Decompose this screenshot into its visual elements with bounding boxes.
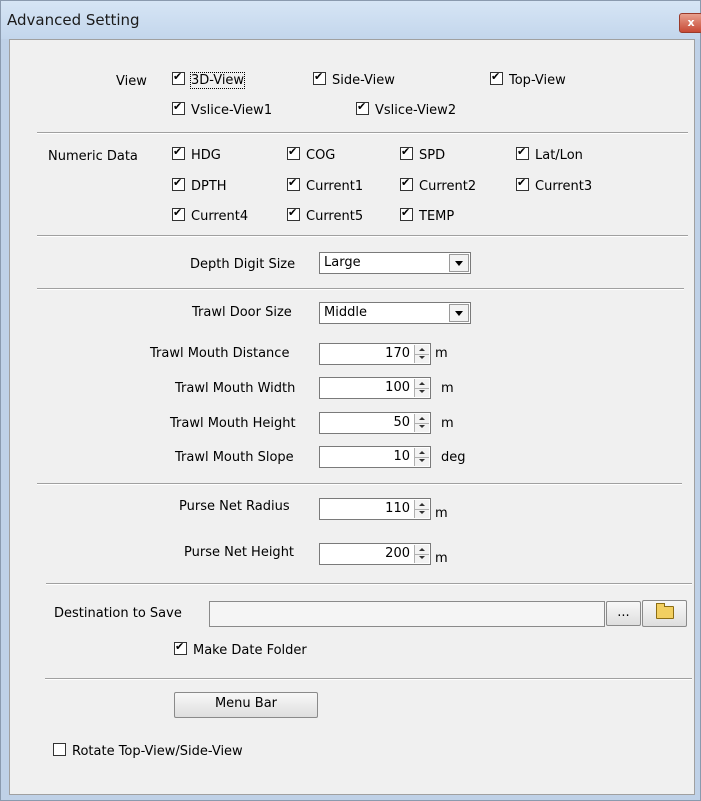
numeric-data-label: Numeric Data bbox=[48, 149, 138, 164]
check-icon bbox=[174, 640, 187, 655]
check-icon bbox=[400, 176, 413, 191]
trawl-mouth-height-label: Trawl Mouth Height bbox=[170, 416, 296, 431]
chevron-down-icon[interactable] bbox=[449, 304, 469, 322]
trawl-mouth-height-stepper[interactable]: 50 bbox=[319, 412, 431, 434]
check-icon bbox=[287, 176, 300, 191]
divider bbox=[37, 288, 684, 290]
checkbox-lat-lon[interactable]: Lat/Lon bbox=[516, 145, 583, 164]
unit-label: m bbox=[441, 381, 454, 396]
check-icon bbox=[356, 100, 369, 115]
unit-label: deg bbox=[441, 450, 466, 465]
window-title: Advanced Setting bbox=[7, 11, 140, 29]
trawl-mouth-width-stepper[interactable]: 100 bbox=[319, 377, 431, 399]
check-icon bbox=[313, 70, 326, 85]
check-icon bbox=[516, 145, 529, 160]
trawl-mouth-slope-label: Trawl Mouth Slope bbox=[175, 450, 294, 465]
trawl-mouth-width-label: Trawl Mouth Width bbox=[175, 381, 296, 396]
unit-label: m bbox=[435, 506, 448, 521]
spin-down-icon[interactable] bbox=[415, 457, 429, 466]
divider bbox=[37, 235, 688, 237]
folder-icon bbox=[656, 603, 674, 619]
checkbox-current3[interactable]: Current3 bbox=[516, 176, 592, 195]
divider bbox=[45, 678, 692, 680]
checkbox-hdg[interactable]: HDG bbox=[172, 145, 221, 164]
divider bbox=[46, 583, 692, 585]
check-icon bbox=[490, 70, 503, 85]
divider bbox=[37, 132, 688, 134]
check-icon bbox=[172, 100, 185, 115]
purse-net-height-stepper[interactable]: 200 bbox=[319, 543, 431, 565]
open-folder-button[interactable] bbox=[642, 600, 687, 627]
checkbox-current1[interactable]: Current1 bbox=[287, 176, 363, 195]
trawl-door-size-label: Trawl Door Size bbox=[192, 305, 292, 320]
advanced-setting-window: Advanced Setting x View 3D-View Side-Vie… bbox=[0, 0, 701, 801]
menu-bar-button[interactable]: Menu Bar bbox=[174, 692, 318, 718]
check-icon bbox=[172, 206, 185, 221]
dialog-body: View 3D-View Side-View Top-View Vslice-V… bbox=[9, 39, 695, 795]
purse-net-radius-label: Purse Net Radius bbox=[179, 499, 290, 514]
checkbox-spd[interactable]: SPD bbox=[400, 145, 445, 164]
spin-down-icon[interactable] bbox=[415, 509, 429, 518]
spin-down-icon[interactable] bbox=[415, 388, 429, 397]
checkbox-side-view[interactable]: Side-View bbox=[313, 70, 395, 89]
checkbox-make-date-folder[interactable]: Make Date Folder bbox=[174, 640, 307, 659]
divider bbox=[37, 483, 682, 485]
spin-down-icon[interactable] bbox=[415, 423, 429, 432]
checkbox-vslice-view2[interactable]: Vslice-View2 bbox=[356, 100, 456, 119]
checkbox-3d-view[interactable]: 3D-View bbox=[172, 70, 246, 89]
checkbox-dpth[interactable]: DPTH bbox=[172, 176, 227, 195]
checkbox-vslice-view1[interactable]: Vslice-View1 bbox=[172, 100, 272, 119]
checkbox-current4[interactable]: Current4 bbox=[172, 206, 248, 225]
trawl-mouth-distance-stepper[interactable]: 170 bbox=[319, 343, 431, 365]
title-bar[interactable]: Advanced Setting x bbox=[1, 1, 701, 39]
check-icon bbox=[172, 145, 185, 160]
trawl-door-size-select[interactable]: Middle bbox=[319, 302, 471, 324]
check-icon bbox=[287, 206, 300, 221]
check-icon bbox=[287, 145, 300, 160]
checkbox-temp[interactable]: TEMP bbox=[400, 206, 454, 225]
trawl-mouth-distance-label: Trawl Mouth Distance bbox=[150, 346, 290, 361]
unit-label: m bbox=[435, 346, 448, 361]
check-icon bbox=[400, 145, 413, 160]
browse-button[interactable]: ... bbox=[606, 601, 641, 626]
check-icon bbox=[516, 176, 529, 191]
checkbox-icon bbox=[53, 743, 66, 756]
close-button[interactable]: x bbox=[679, 13, 701, 33]
purse-net-height-label: Purse Net Height bbox=[184, 545, 295, 560]
checkbox-current5[interactable]: Current5 bbox=[287, 206, 363, 225]
checkbox-cog[interactable]: COG bbox=[287, 145, 335, 164]
check-icon bbox=[172, 176, 185, 191]
chevron-down-icon[interactable] bbox=[449, 254, 469, 272]
checkbox-rotate-top-side-view[interactable]: Rotate Top-View/Side-View bbox=[53, 743, 243, 760]
check-icon bbox=[172, 70, 185, 85]
check-icon bbox=[400, 206, 413, 221]
close-icon: x bbox=[687, 16, 695, 29]
spin-down-icon[interactable] bbox=[415, 554, 429, 563]
unit-label: m bbox=[441, 416, 454, 431]
depth-digit-size-select[interactable]: Large bbox=[319, 252, 471, 274]
destination-path-field[interactable] bbox=[209, 601, 605, 627]
depth-digit-size-label: Depth Digit Size bbox=[190, 257, 296, 272]
purse-net-radius-stepper[interactable]: 110 bbox=[319, 498, 431, 520]
spin-down-icon[interactable] bbox=[415, 354, 429, 363]
unit-label: m bbox=[435, 551, 448, 566]
checkbox-current2[interactable]: Current2 bbox=[400, 176, 476, 195]
checkbox-top-view[interactable]: Top-View bbox=[490, 70, 566, 89]
view-label: View bbox=[116, 74, 147, 89]
trawl-mouth-slope-stepper[interactable]: 10 bbox=[319, 446, 431, 468]
destination-to-save-label: Destination to Save bbox=[54, 606, 182, 621]
